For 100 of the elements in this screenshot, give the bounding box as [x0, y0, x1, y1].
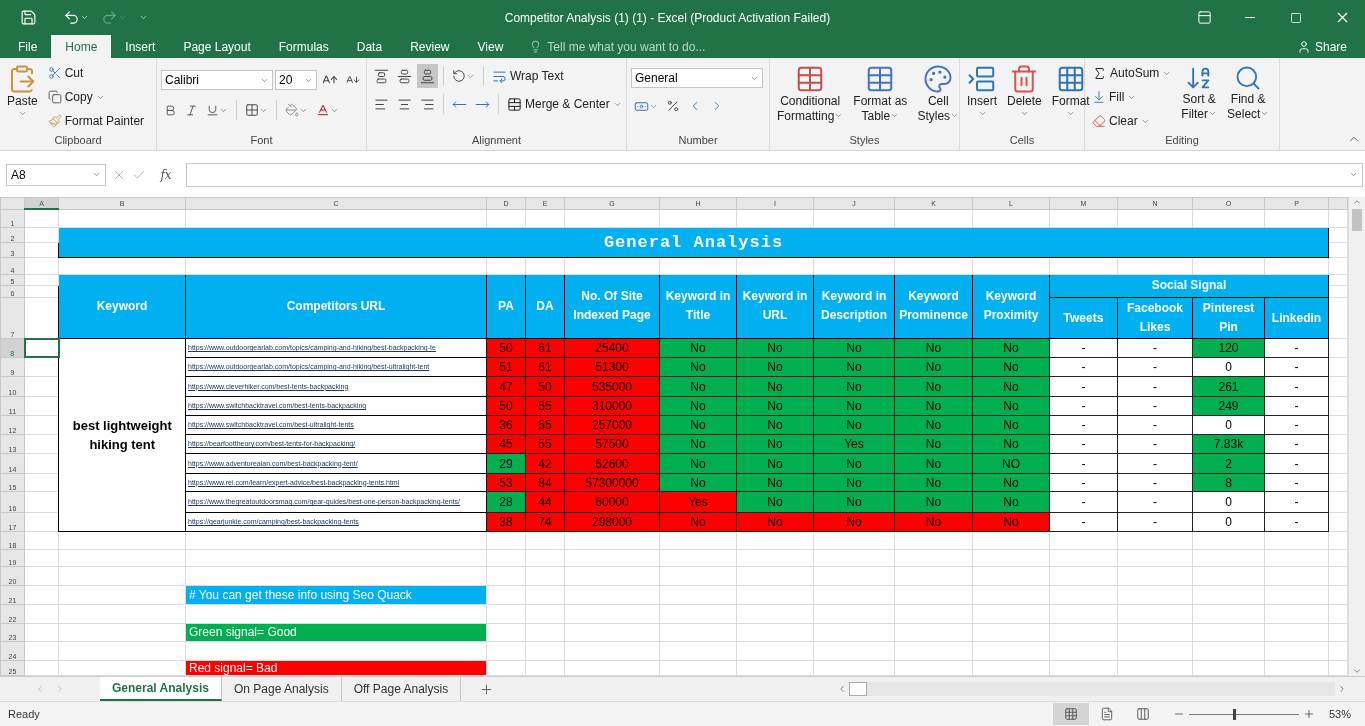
scissors-icon — [47, 66, 62, 80]
align-icon — [397, 68, 412, 84]
cells-button[interactable]: Insert — [964, 62, 1000, 134]
scrollbar-thumb[interactable] — [1352, 209, 1362, 232]
group-label: Styles — [848, 133, 881, 148]
align-icon — [420, 68, 435, 84]
group-label: Alignment — [471, 133, 522, 148]
column-heading: Keyword Proximity — [972, 274, 1050, 339]
caret-icon — [950, 111, 960, 120]
cut-button[interactable]: Cut — [44, 62, 148, 84]
percent-icon — [666, 99, 680, 113]
eraser-icon — [1092, 114, 1106, 128]
column-heading: Tweets — [1049, 297, 1118, 339]
active-cell[interactable] — [24, 338, 59, 358]
ribbon-tab[interactable]: File — [4, 35, 52, 58]
font-family-select[interactable]: Calibri — [161, 70, 273, 90]
user-icon — [1296, 39, 1311, 54]
column-heading: No. Of Site Indexed Page — [564, 274, 660, 339]
group-label: Number — [677, 133, 719, 148]
column-heading: DA — [525, 274, 565, 339]
align-left-icon — [374, 96, 389, 112]
column-heading: Pinterest Pin — [1192, 297, 1265, 339]
editing-button[interactable]: Sort & Filter — [1178, 62, 1221, 134]
maximize-icon — [1290, 11, 1302, 24]
share-button[interactable]: Share — [1290, 35, 1353, 58]
font-color-icon — [316, 103, 330, 117]
column-heading: Keyword Prominence — [894, 274, 973, 339]
new-sheet-icon — [479, 681, 495, 697]
ribbon-tab[interactable]: Page Layout — [169, 35, 265, 58]
group-label: Cells — [1008, 133, 1036, 148]
number-format-select[interactable]: General — [631, 68, 763, 88]
copy-button[interactable]: Copy — [44, 86, 148, 108]
caret-icon — [1349, 170, 1358, 179]
ribbon-tab[interactable]: Data — [342, 35, 397, 58]
column-group-heading: Social Signal — [1049, 274, 1329, 298]
align-icon — [374, 68, 389, 84]
wrap-text-button[interactable]: Wrap Text — [489, 65, 567, 87]
group-label: Editing — [1164, 133, 1200, 148]
ribbon-tab[interactable]: Insert — [111, 35, 170, 58]
arrow-down-icon — [1092, 90, 1106, 104]
caret-icon — [1019, 109, 1029, 118]
column-heading: Facebook Likes — [1117, 297, 1193, 339]
sigma-icon — [1092, 65, 1107, 81]
caret-icon — [1260, 109, 1270, 118]
caret-icon — [1066, 109, 1076, 118]
font-size-select[interactable]: 20 — [275, 70, 317, 90]
tell-me-field[interactable]: Tell me what you want to do... — [547, 39, 706, 54]
styles-button[interactable]: Cell Styles — [914, 62, 963, 134]
name-box[interactable]: A8 — [6, 163, 106, 186]
insert-rows-icon — [967, 64, 997, 94]
merge-center-button[interactable]: Merge & Center — [504, 93, 625, 115]
paintbrush-icon — [47, 114, 62, 128]
scrollbar-thumb[interactable] — [849, 682, 867, 697]
cells-button[interactable]: Delete — [1004, 62, 1045, 134]
group-label: Font — [249, 133, 274, 148]
ribbon-tab[interactable]: View — [463, 35, 518, 58]
caret-icon — [139, 13, 148, 22]
next-sheet-icon — [55, 684, 65, 695]
columns-icon — [1135, 707, 1150, 722]
paint-bucket-icon — [285, 103, 299, 117]
insert-function-button[interactable]: fx — [152, 166, 180, 183]
normal-view-button[interactable] — [1052, 703, 1089, 726]
group-label: Clipboard — [53, 133, 103, 148]
column-heading: PA — [486, 274, 526, 339]
ribbon-tab[interactable]: Review — [396, 35, 464, 58]
align-center-icon — [397, 96, 412, 112]
column-heading: Competitors URL — [185, 274, 487, 339]
wrap-text-icon — [492, 68, 507, 84]
redo-icon — [101, 9, 118, 26]
column-heading: Linkedin — [1264, 297, 1329, 339]
copy-icon — [47, 90, 62, 104]
minimize-icon — [1245, 17, 1255, 18]
column-heading: Keyword in Title — [659, 274, 737, 339]
zoom-in-icon — [1302, 708, 1315, 721]
panel-icon — [1196, 10, 1212, 25]
ribbon-tab[interactable]: Formulas — [264, 35, 343, 58]
status-text: Ready — [8, 708, 40, 721]
caret-icon — [890, 111, 900, 120]
zoom-slider-thumb[interactable] — [1232, 708, 1236, 720]
save-icon — [20, 9, 37, 26]
format-painter-button[interactable]: Format Painter — [44, 110, 148, 132]
column-heading: Keyword — [58, 274, 186, 339]
scroll-left-icon — [837, 684, 847, 695]
page-icon — [1099, 707, 1114, 722]
window-title: Competitor Analysis (1) (1) - Excel (Product Activation Failed) — [503, 10, 832, 25]
scroll-right-icon — [1337, 684, 1347, 695]
vertical-scrollbar[interactable] — [1348, 197, 1365, 677]
previous-sheet-icon — [35, 684, 45, 695]
styles-button[interactable]: Conditional Formatting — [774, 62, 847, 134]
caret-icon — [977, 109, 987, 118]
sheet-tab[interactable]: General Analysis — [100, 677, 222, 702]
sheet-title: General Analysis — [58, 227, 1329, 258]
ribbon-tab[interactable]: Home — [51, 35, 112, 58]
formula-field[interactable] — [186, 162, 1363, 187]
editing-button[interactable]: Find & Select — [1224, 62, 1273, 134]
styles-button[interactable]: Format as Table — [850, 62, 911, 134]
paste-button[interactable]: Paste — [4, 62, 41, 134]
caret-icon — [17, 109, 27, 118]
caret-icon — [80, 13, 89, 22]
palette-icon — [923, 64, 954, 94]
